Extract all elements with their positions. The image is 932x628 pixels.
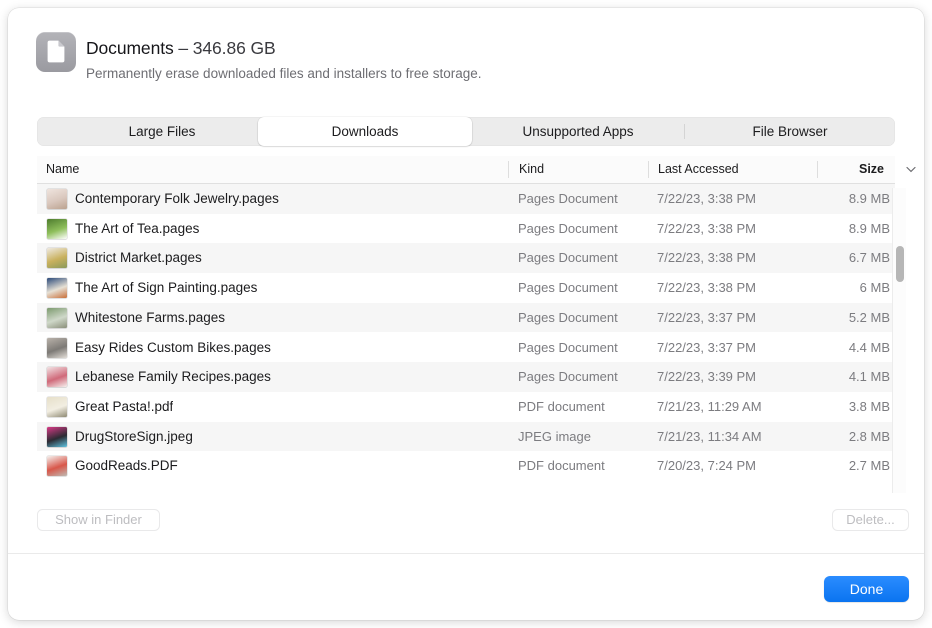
file-date-cell: 7/22/23, 3:38 PM xyxy=(657,214,756,244)
file-date-cell: 7/22/23, 3:39 PM xyxy=(657,362,756,392)
file-name-cell: DrugStoreSign.jpeg xyxy=(75,422,193,452)
file-kind-cell: Pages Document xyxy=(518,214,618,244)
dialog-header: Documents – 346.86 GB Permanently erase … xyxy=(8,8,924,100)
pages-thumbnail-icon xyxy=(47,308,67,328)
file-size-cell: 6 MB xyxy=(777,273,890,303)
tab-downloads[interactable]: Downloads xyxy=(258,117,472,146)
file-name-cell: Whitestone Farms.pages xyxy=(75,303,225,333)
tab-unsupported-apps[interactable]: Unsupported Apps xyxy=(472,117,684,146)
pages-thumbnail-icon xyxy=(47,248,67,268)
table-row[interactable]: The Art of Sign Painting.pages Pages Docu… xyxy=(37,273,895,303)
pages-thumbnail-icon xyxy=(47,189,67,209)
page-glyph-icon xyxy=(47,40,65,63)
column-separator xyxy=(508,161,509,178)
tab-file-browser[interactable]: File Browser xyxy=(685,117,895,146)
page-subtitle: Permanently erase downloaded files and i… xyxy=(86,66,481,81)
column-header-last-accessed[interactable]: Last Accessed xyxy=(658,156,739,183)
pdf-thumbnail-icon xyxy=(47,397,67,417)
file-name-cell: GoodReads.PDF xyxy=(75,451,178,481)
file-name-cell: Contemporary Folk Jewelry.pages xyxy=(75,184,279,214)
column-header-kind[interactable]: Kind xyxy=(519,156,544,183)
page-title-text: Documents xyxy=(86,38,174,58)
file-size-cell: 2.8 MB xyxy=(777,422,890,452)
file-date-cell: 7/21/23, 11:34 AM xyxy=(657,422,762,452)
file-kind-cell: Pages Document xyxy=(518,243,618,273)
delete-button[interactable]: Delete... xyxy=(832,509,909,531)
total-size-text: 346.86 GB xyxy=(193,38,276,58)
list-scrollbar[interactable] xyxy=(892,188,906,493)
file-name-cell: Easy Rides Custom Bikes.pages xyxy=(75,333,271,363)
file-name-cell: Great Pasta!.pdf xyxy=(75,392,173,422)
show-in-finder-button[interactable]: Show in Finder xyxy=(37,509,160,531)
file-kind-cell: Pages Document xyxy=(518,333,618,363)
table-row[interactable]: GoodReads.PDF PDF document 7/20/23, 7:24 P… xyxy=(37,451,895,481)
file-name-cell: Lebanese Family Recipes.pages xyxy=(75,362,271,392)
document-icon xyxy=(36,32,76,72)
file-date-cell: 7/22/23, 3:38 PM xyxy=(657,243,756,273)
chevron-down-icon[interactable] xyxy=(906,166,916,173)
jpeg-thumbnail-icon xyxy=(47,427,67,447)
file-size-cell: 8.9 MB xyxy=(777,184,890,214)
title-dash: – xyxy=(178,38,188,58)
page-title: Documents – 346.86 GB xyxy=(86,38,276,59)
file-name-cell: The Art of Sign Painting.pages xyxy=(75,273,257,303)
column-header-name[interactable]: Name xyxy=(46,156,79,183)
pages-thumbnail-icon xyxy=(47,278,67,298)
file-date-cell: 7/21/23, 11:29 AM xyxy=(657,392,762,422)
file-list[interactable]: Contemporary Folk Jewelry.pages Pages Doc… xyxy=(37,184,895,496)
file-name-cell: The Art of Tea.pages xyxy=(75,214,199,244)
column-header-row: Name Kind Last Accessed Size xyxy=(37,156,895,184)
scrollbar-thumb[interactable] xyxy=(896,246,904,282)
file-size-cell: 2.7 MB xyxy=(777,451,890,481)
table-row[interactable]: Contemporary Folk Jewelry.pages Pages Doc… xyxy=(37,184,895,214)
file-size-cell: 3.8 MB xyxy=(777,392,890,422)
table-row[interactable]: DrugStoreSign.jpeg JPEG image 7/21/23, 11:… xyxy=(37,422,895,452)
pages-thumbnail-icon xyxy=(47,338,67,358)
tab-large-files[interactable]: Large Files xyxy=(37,117,287,146)
file-date-cell: 7/22/23, 3:38 PM xyxy=(657,273,756,303)
done-button[interactable]: Done xyxy=(824,576,909,602)
file-date-cell: 7/22/23, 3:38 PM xyxy=(657,184,756,214)
table-row[interactable]: The Art of Tea.pages Pages Document 7/22/2… xyxy=(37,214,895,244)
file-date-cell: 7/22/23, 3:37 PM xyxy=(657,333,756,363)
file-size-cell: 8.9 MB xyxy=(777,214,890,244)
table-row[interactable]: Lebanese Family Recipes.pages Pages Docum… xyxy=(37,362,895,392)
pdf-thumbnail-icon xyxy=(47,456,67,476)
file-name-cell: District Market.pages xyxy=(75,243,202,273)
table-row[interactable]: Whitestone Farms.pages Pages Document 7/22… xyxy=(37,303,895,333)
tab-bar: Large Files Downloads Unsupported Apps F… xyxy=(37,117,895,146)
file-kind-cell: PDF document xyxy=(518,451,605,481)
file-size-cell: 4.4 MB xyxy=(777,333,890,363)
pages-thumbnail-icon xyxy=(47,367,67,387)
file-kind-cell: PDF document xyxy=(518,392,605,422)
footer-divider xyxy=(8,553,924,554)
storage-management-dialog: Documents – 346.86 GB Permanently erase … xyxy=(8,8,924,620)
file-kind-cell: Pages Document xyxy=(518,273,618,303)
file-date-cell: 7/22/23, 3:37 PM xyxy=(657,303,756,333)
column-header-size[interactable]: Size xyxy=(859,156,884,183)
table-row[interactable]: Great Pasta!.pdf PDF document 7/21/23, 11:… xyxy=(37,392,895,422)
table-row[interactable]: Easy Rides Custom Bikes.pages Pages Docum… xyxy=(37,333,895,363)
file-kind-cell: Pages Document xyxy=(518,184,618,214)
column-separator xyxy=(648,161,649,178)
file-kind-cell: JPEG image xyxy=(518,422,591,452)
file-size-cell: 4.1 MB xyxy=(777,362,890,392)
table-row[interactable]: District Market.pages Pages Document 7/22/… xyxy=(37,243,895,273)
file-date-cell: 7/20/23, 7:24 PM xyxy=(657,451,756,481)
column-separator xyxy=(817,161,818,178)
pages-thumbnail-icon xyxy=(47,219,67,239)
file-kind-cell: Pages Document xyxy=(518,362,618,392)
file-size-cell: 5.2 MB xyxy=(777,303,890,333)
file-kind-cell: Pages Document xyxy=(518,303,618,333)
file-size-cell: 6.7 MB xyxy=(777,243,890,273)
